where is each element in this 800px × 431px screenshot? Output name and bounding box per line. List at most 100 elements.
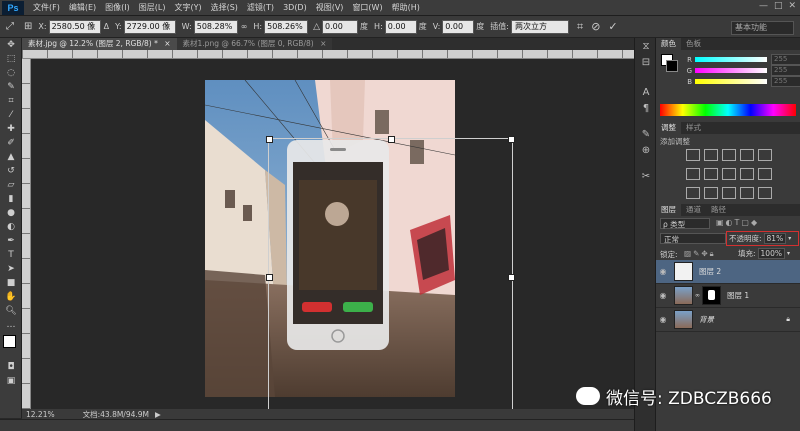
- link-icon[interactable]: ∞: [241, 22, 248, 31]
- layer-mask-thumbnail[interactable]: [702, 286, 721, 305]
- brush-presets-icon[interactable]: ✎: [635, 126, 657, 142]
- minimize-button[interactable]: —: [759, 1, 768, 11]
- transform-handle-right[interactable]: [508, 274, 515, 281]
- healing-tool-icon[interactable]: ✚: [0, 122, 22, 136]
- layer-filter-select[interactable]: ρ 类型: [660, 218, 710, 229]
- red-slider-row[interactable]: R 255: [682, 54, 800, 65]
- transform-handle-top-right[interactable]: [508, 136, 515, 143]
- foreground-color-swatch[interactable]: [3, 335, 16, 348]
- vskew-field[interactable]: 0.00: [442, 19, 475, 34]
- threshold-icon[interactable]: [722, 187, 736, 199]
- menu-view[interactable]: 视图(V): [316, 2, 344, 13]
- tab-sucai-jpg[interactable]: 素材.jpg @ 12.2% (图层 2, RGB/8) * ×: [22, 38, 177, 50]
- tab-close-icon[interactable]: ×: [164, 39, 170, 48]
- hskew-field[interactable]: 0.00: [384, 19, 417, 34]
- y-field[interactable]: 2729.00 像: [123, 19, 176, 34]
- blue-slider-row[interactable]: B 255: [682, 76, 800, 87]
- brightness-icon[interactable]: [686, 149, 700, 161]
- crop-tool-icon[interactable]: ⌗: [0, 94, 22, 108]
- brush-tool-icon[interactable]: ✐: [0, 136, 22, 150]
- opacity-dropdown-icon[interactable]: ▾: [788, 235, 791, 242]
- maximize-button[interactable]: □: [774, 1, 783, 11]
- height-field[interactable]: 508.26%: [264, 19, 309, 34]
- exposure-icon[interactable]: [740, 149, 754, 161]
- channel-mixer-icon[interactable]: [758, 168, 772, 180]
- chain-icon[interactable]: ∞: [695, 292, 700, 299]
- eye-icon[interactable]: ◉: [656, 291, 670, 300]
- eye-icon[interactable]: ◉: [656, 267, 670, 276]
- layer-row-background[interactable]: ◉ 背景 🔒︎: [656, 308, 800, 332]
- menu-file[interactable]: 文件(F): [33, 2, 60, 13]
- eyedropper-tool-icon[interactable]: ⁄: [0, 108, 22, 122]
- cancel-transform-icon[interactable]: ⊘: [591, 20, 600, 33]
- red-slider[interactable]: [695, 57, 767, 62]
- history-brush-tool-icon[interactable]: ↺: [0, 164, 22, 178]
- tab-styles[interactable]: 样式: [681, 122, 706, 134]
- red-value[interactable]: 255: [771, 54, 800, 65]
- posterize-icon[interactable]: [704, 187, 718, 199]
- lasso-tool-icon[interactable]: ◌: [0, 66, 22, 80]
- tab-paths[interactable]: 路径: [706, 204, 731, 216]
- x-field[interactable]: 2580.50 像: [48, 19, 101, 34]
- history-icon[interactable]: ⧖: [635, 38, 657, 54]
- clone-stamp-tool-icon[interactable]: ▲: [0, 150, 22, 164]
- bg-color-preview[interactable]: [666, 60, 678, 72]
- quick-select-tool-icon[interactable]: ✎: [0, 80, 22, 94]
- tab-swatches[interactable]: 色板: [681, 38, 706, 50]
- status-arrow-icon[interactable]: ▶: [155, 410, 161, 419]
- quick-mask-icon[interactable]: ◘: [0, 360, 22, 374]
- menu-3d[interactable]: 3D(D): [283, 3, 307, 12]
- menu-window[interactable]: 窗口(W): [352, 2, 382, 13]
- tab-layers[interactable]: 图层: [656, 204, 681, 216]
- shape-tool-icon[interactable]: ■: [0, 276, 22, 290]
- transform-handle-left[interactable]: [266, 274, 273, 281]
- black-white-icon[interactable]: [722, 168, 736, 180]
- more-tools-icon[interactable]: …: [0, 318, 22, 332]
- tab-sucai1-png[interactable]: 素材1.png @ 66.7% (图层 0, RGB/8) ×: [176, 38, 333, 50]
- marquee-tool-icon[interactable]: ⬚: [0, 52, 22, 66]
- selective-color-icon[interactable]: [758, 187, 772, 199]
- green-slider[interactable]: [695, 68, 767, 73]
- invert-icon[interactable]: [686, 187, 700, 199]
- tab-color[interactable]: 颜色: [656, 38, 681, 50]
- fill-field[interactable]: 100%: [757, 248, 785, 259]
- character-icon[interactable]: A: [635, 84, 657, 100]
- tab-close-icon[interactable]: ×: [320, 39, 326, 48]
- layer-filter-icons[interactable]: ▣◐T▢◆: [716, 218, 759, 227]
- gradient-tool-icon[interactable]: ▮: [0, 192, 22, 206]
- blur-tool-icon[interactable]: ●: [0, 206, 22, 220]
- blue-slider[interactable]: [695, 79, 767, 84]
- eye-icon[interactable]: ◉: [656, 315, 670, 324]
- layer-row-layer2[interactable]: ◉ 图层 2: [656, 260, 800, 284]
- tool-presets-icon[interactable]: ✂: [635, 168, 657, 184]
- interpolation-select[interactable]: 两次立方: [510, 19, 569, 34]
- opacity-field[interactable]: 81%: [763, 233, 787, 244]
- pen-tool-icon[interactable]: ✒: [0, 234, 22, 248]
- hand-tool-icon[interactable]: ✋: [0, 290, 22, 304]
- green-value[interactable]: 255: [771, 65, 800, 76]
- menu-image[interactable]: 图像(I): [105, 2, 130, 13]
- vibrance-icon[interactable]: [758, 149, 772, 161]
- fill-dropdown-icon[interactable]: ▾: [787, 250, 790, 257]
- paragraph-icon[interactable]: ¶: [635, 100, 657, 116]
- workspace-select[interactable]: 基本功能: [731, 21, 794, 35]
- blue-value[interactable]: 255: [771, 76, 800, 87]
- vertical-ruler[interactable]: [22, 59, 31, 409]
- photo-filter-icon[interactable]: [740, 168, 754, 180]
- commit-transform-icon[interactable]: ✓: [608, 20, 617, 33]
- green-slider-row[interactable]: G 255: [682, 65, 800, 76]
- blend-mode-select[interactable]: 正常: [660, 233, 726, 244]
- transform-handle-top[interactable]: [388, 136, 395, 143]
- width-field[interactable]: 508.28%: [193, 19, 238, 34]
- tab-channels[interactable]: 通道: [681, 204, 706, 216]
- menu-select[interactable]: 选择(S): [211, 2, 238, 13]
- menu-edit[interactable]: 编辑(E): [69, 2, 96, 13]
- levels-icon[interactable]: [704, 149, 718, 161]
- path-select-tool-icon[interactable]: ➤: [0, 262, 22, 276]
- warp-icon[interactable]: ⌗: [577, 20, 583, 34]
- tab-adjustments[interactable]: 调整: [656, 122, 681, 134]
- clone-source-icon[interactable]: ⊕: [635, 142, 657, 158]
- transform-tool-icon[interactable]: ⤢: [6, 21, 14, 32]
- zoom-tool-icon[interactable]: 🔍︎: [0, 304, 22, 318]
- color-balance-icon[interactable]: [704, 168, 718, 180]
